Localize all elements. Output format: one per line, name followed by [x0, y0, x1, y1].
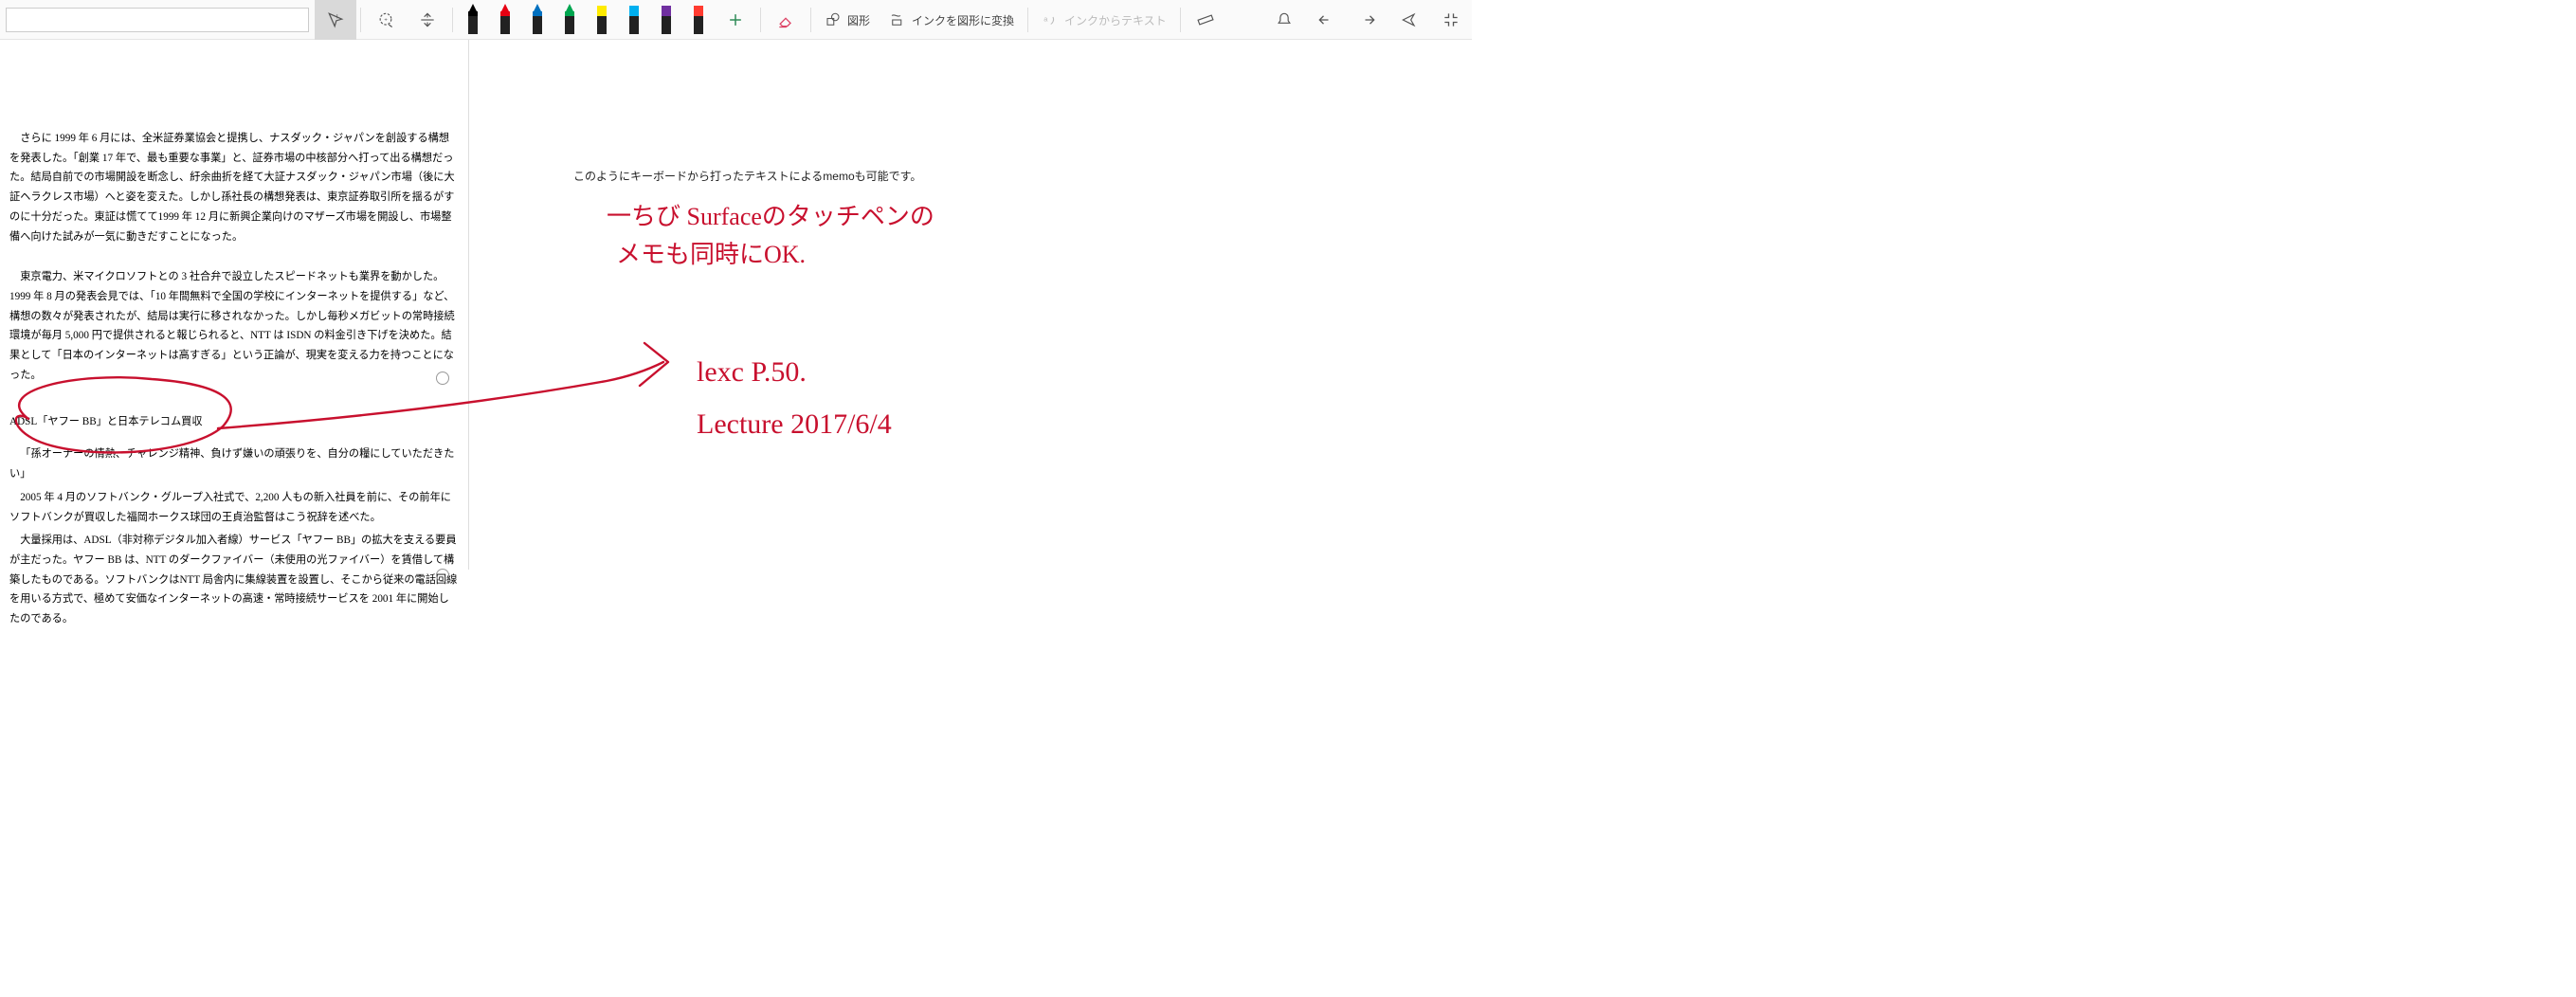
svg-text:I: I [336, 13, 338, 20]
paragraph: さらに 1999 年 6 月には、全米証券業協会と提携し、ナスダック・ジャパンを… [9, 129, 459, 246]
separator [810, 8, 811, 32]
paragraph: 大量採用は、ADSL（非対称デジタル加入者線）サービス「ヤフー BB」の拡大を支… [9, 531, 459, 629]
eraser-icon [776, 10, 795, 29]
marker-purple[interactable] [650, 0, 682, 40]
shapes-button[interactable]: 図形 [815, 0, 880, 40]
lasso-icon: + [376, 10, 395, 29]
pen-palette [457, 0, 715, 39]
share-button[interactable] [1388, 0, 1430, 40]
separator [1027, 8, 1028, 32]
svg-text:a: a [1043, 15, 1048, 24]
search-input[interactable] [6, 8, 309, 32]
bell-icon [1275, 10, 1294, 29]
pen-icon [559, 4, 580, 36]
marker-red[interactable] [682, 0, 715, 40]
redo-icon [1358, 10, 1377, 29]
undo-button[interactable] [1305, 0, 1347, 40]
separator [360, 8, 361, 32]
ink-to-text-icon: a [1042, 11, 1059, 28]
insert-point-marker[interactable] [436, 569, 449, 582]
notes-page[interactable]: このようにキーボードから打ったテキストによるmemoも可能です。 [469, 40, 1472, 570]
paragraph: 「孫オーナーの情熱、チャレンジ精神、負けず嫌いの頑張りを、自分の糧にしていただき… [9, 444, 459, 483]
search-container [0, 0, 315, 39]
pen-icon [591, 4, 612, 36]
pen-black[interactable] [457, 0, 489, 40]
collapse-icon [1442, 10, 1460, 29]
paragraph: 東京電力、米マイクロソフトとの 3 社合弁で設立したスピードネットも業界を動かし… [9, 267, 459, 385]
pen-icon [624, 4, 644, 36]
pen-red[interactable] [489, 0, 521, 40]
separator [452, 8, 453, 32]
content-area: さらに 1999 年 6 月には、全米証券業協会と提携し、ナスダック・ジャパンを… [0, 40, 1472, 570]
notifications-button[interactable] [1263, 0, 1305, 40]
pen-icon [527, 4, 548, 36]
pen-icon [656, 4, 677, 36]
marker-yellow[interactable] [586, 0, 618, 40]
ink-to-shape-icon [889, 11, 906, 28]
share-icon [1400, 10, 1419, 29]
marker-blue[interactable] [618, 0, 650, 40]
ink-to-shape-button[interactable]: インクを図形に変換 [880, 0, 1024, 40]
separator [760, 8, 761, 32]
eraser-tool[interactable] [765, 0, 807, 40]
section-heading: ADSL「ヤフー BB」と日本テレコム買収 [9, 412, 459, 432]
undo-icon [1316, 10, 1335, 29]
typed-note: このようにキーボードから打ったテキストによるmemoも可能です。 [573, 168, 1434, 184]
ink-to-shape-label: インクを図形に変換 [912, 12, 1014, 28]
paragraph: 2005 年 4 月のソフトバンク・グループ入社式で、2,200 人もの新入社員… [9, 488, 459, 527]
toolbar: I + [0, 0, 1472, 40]
lasso-tool[interactable]: + [365, 0, 407, 40]
shapes-label: 図形 [847, 12, 870, 28]
plus-icon [726, 10, 745, 29]
insert-point-marker[interactable] [436, 372, 449, 385]
ink-to-text-label: インクからテキスト [1064, 12, 1167, 28]
ruler-button[interactable] [1185, 0, 1226, 40]
pen-green[interactable] [553, 0, 586, 40]
add-pen-button[interactable] [715, 0, 756, 40]
ink-to-text-button: a インクからテキスト [1032, 0, 1176, 40]
shapes-icon [825, 11, 842, 28]
pen-icon [495, 4, 516, 36]
pen-blue[interactable] [521, 0, 553, 40]
ruler-icon [1196, 10, 1215, 29]
pen-icon [688, 4, 709, 36]
pen-icon [463, 4, 483, 36]
text-cursor-icon: I [326, 10, 345, 29]
svg-text:+: + [384, 18, 388, 24]
fullscreen-exit-button[interactable] [1430, 0, 1472, 40]
text-cursor-tool[interactable]: I [315, 0, 356, 40]
redo-button[interactable] [1347, 0, 1388, 40]
separator [1180, 8, 1181, 32]
insert-space-icon [418, 10, 437, 29]
document-page[interactable]: さらに 1999 年 6 月には、全米証券業協会と提携し、ナスダック・ジャパンを… [0, 40, 469, 570]
insert-space-tool[interactable] [407, 0, 448, 40]
